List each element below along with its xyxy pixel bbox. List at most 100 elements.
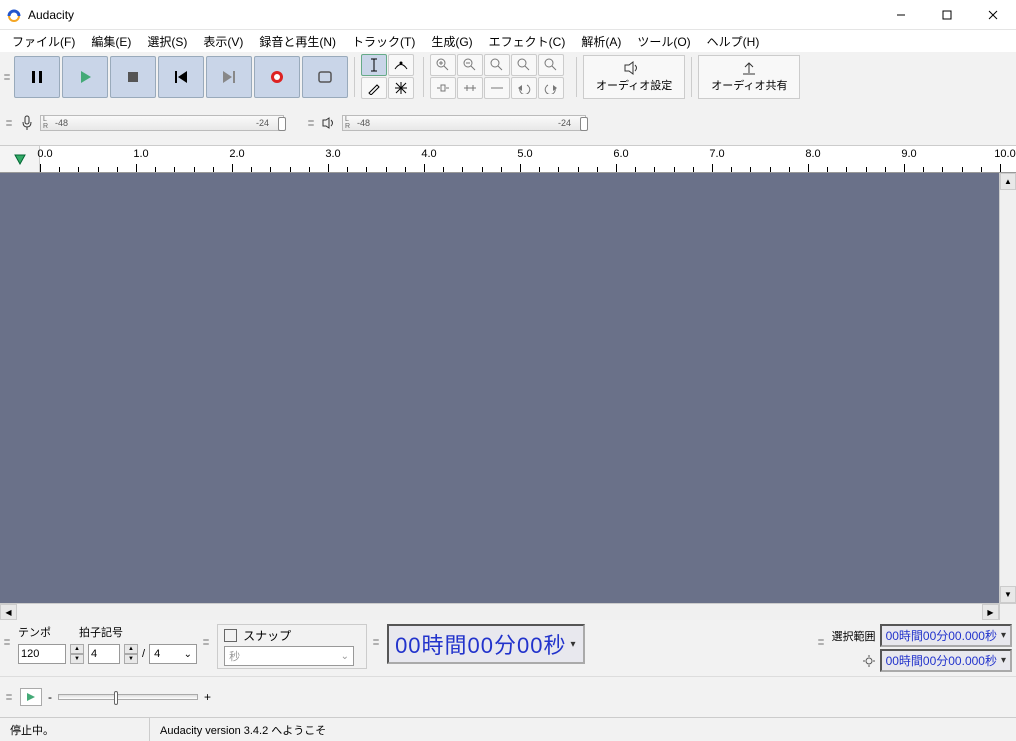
status-state: 停止中。 (0, 718, 150, 741)
close-button[interactable] (970, 0, 1016, 30)
timesig-num-up[interactable]: ▲ (124, 644, 138, 654)
speaker-icon[interactable] (320, 114, 338, 132)
transport-toolbar: オーディオ設定 オーディオ共有 (0, 52, 1016, 101)
toolbar-grip[interactable] (4, 59, 10, 95)
menu-tools[interactable]: ツール(O) (629, 31, 698, 52)
selection-start[interactable]: 00時間00分00.000秒▾ (880, 624, 1012, 647)
menu-generate[interactable]: 生成(G) (423, 31, 480, 52)
record-meter[interactable]: LR -48-24 (40, 115, 284, 131)
meter-slider[interactable] (278, 117, 286, 131)
tempo-input[interactable] (18, 644, 66, 664)
menu-view[interactable]: 表示(V) (195, 31, 251, 52)
tempo-up[interactable]: ▲ (70, 644, 84, 654)
status-message: Audacity version 3.4.2 へようこそ (150, 718, 1016, 741)
selection-label: 選択範囲 (832, 628, 876, 644)
gear-icon[interactable] (862, 654, 876, 668)
redo-button[interactable] (538, 77, 564, 99)
timesig-num-down[interactable]: ▼ (124, 654, 138, 664)
playback-meter[interactable]: LR -48-24 (342, 115, 586, 131)
tempo-label: テンポ (18, 624, 51, 640)
play-at-speed-button[interactable] (20, 688, 42, 706)
toolbar-grip[interactable] (203, 624, 209, 660)
timesig-denominator[interactable]: 4 (149, 644, 197, 664)
play-button[interactable] (62, 56, 108, 98)
speed-plus: + (204, 690, 211, 704)
menu-file[interactable]: ファイル(F) (4, 31, 83, 52)
menu-help[interactable]: ヘルプ(H) (699, 31, 768, 52)
stop-button[interactable] (110, 56, 156, 98)
mic-icon[interactable] (18, 114, 36, 132)
edit-toolbar (430, 54, 570, 99)
zoom-out-button[interactable] (457, 54, 483, 76)
menu-analyze[interactable]: 解析(A) (573, 31, 629, 52)
speed-slider[interactable] (58, 694, 198, 700)
maximize-button[interactable] (924, 0, 970, 30)
timesig-numerator[interactable] (88, 644, 120, 664)
tempo-down[interactable]: ▼ (70, 654, 84, 664)
fit-project-button[interactable] (511, 54, 537, 76)
draw-tool[interactable] (361, 77, 387, 99)
statusbar: 停止中。 Audacity version 3.4.2 へようこそ (0, 717, 1016, 741)
toolbar-grip[interactable] (818, 624, 824, 660)
play-at-speed-toolbar: - + (0, 676, 1016, 717)
menu-edit[interactable]: 編集(E) (83, 31, 139, 52)
time-display[interactable]: 00時間00分00秒▾ (387, 624, 584, 664)
meter-slider[interactable] (580, 117, 588, 131)
speaker-icon (624, 61, 644, 75)
record-button[interactable] (254, 56, 300, 98)
app-logo-icon (6, 7, 22, 23)
minimize-button[interactable] (878, 0, 924, 30)
scroll-left[interactable]: ◀ (0, 604, 17, 620)
tools-toolbar (361, 54, 417, 99)
scroll-down[interactable]: ▼ (1000, 586, 1016, 603)
selection-end[interactable]: 00時間00分00.000秒▾ (880, 649, 1012, 672)
tracks-canvas[interactable] (0, 173, 999, 603)
snap-label: スナップ (243, 627, 291, 644)
envelope-tool[interactable] (388, 54, 414, 76)
audio-setup-label: オーディオ設定 (596, 77, 672, 93)
timesig-label: 拍子記号 (79, 624, 123, 640)
selection-range-panel: 選択範囲 00時間00分00.000秒▾ 00時間00分00.000秒▾ (832, 624, 1012, 672)
window-title: Audacity (28, 8, 878, 22)
meter-toolbar: LR -48-24 LR -48-24 (0, 101, 1016, 145)
audio-setup-button[interactable]: オーディオ設定 (583, 55, 685, 99)
vertical-scrollbar[interactable]: ▲ ▼ (999, 173, 1016, 603)
speed-thumb[interactable] (114, 691, 118, 705)
zoom-in-button[interactable] (430, 54, 456, 76)
menu-transport[interactable]: 録音と再生(N) (251, 31, 344, 52)
toolbar-grip[interactable] (6, 105, 12, 141)
multi-tool[interactable] (388, 77, 414, 99)
bottom-toolbar: テンポ 拍子記号 ▲▼ ▲▼ / 4 スナップ 秒 00時間00分00秒▾ 選択… (0, 620, 1016, 676)
toolbar-grip[interactable] (373, 624, 379, 660)
skip-end-button[interactable] (206, 56, 252, 98)
toolbar-grip[interactable] (4, 624, 10, 660)
menu-select[interactable]: 選択(S) (139, 31, 195, 52)
speed-minus: - (48, 690, 52, 704)
silence-button[interactable] (457, 77, 483, 99)
toolbar-grip[interactable] (308, 105, 314, 141)
loop-button[interactable] (302, 56, 348, 98)
menu-effect[interactable]: エフェクト(C) (481, 31, 574, 52)
timeline-ruler[interactable]: 0.01.02.03.04.05.06.07.08.09.010.0 (0, 145, 1016, 173)
snap-panel: スナップ 秒 (217, 624, 367, 669)
pause-button[interactable] (14, 56, 60, 98)
tracks-area: ▲ ▼ (0, 173, 1016, 603)
fit-selection-button[interactable] (484, 54, 510, 76)
share-audio-label: オーディオ共有 (711, 77, 787, 93)
zoom-toggle-button[interactable] (538, 54, 564, 76)
snap-unit-dropdown[interactable]: 秒 (224, 646, 354, 666)
sync-lock-button[interactable] (484, 77, 510, 99)
titlebar: Audacity (0, 0, 1016, 30)
selection-tool[interactable] (361, 54, 387, 76)
menu-tracks[interactable]: トラック(T) (344, 31, 423, 52)
horizontal-scrollbar[interactable]: ◀ ▶ (0, 603, 1016, 620)
snap-checkbox[interactable] (224, 629, 237, 642)
undo-button[interactable] (511, 77, 537, 99)
menubar: ファイル(F) 編集(E) 選択(S) 表示(V) 録音と再生(N) トラック(… (0, 30, 1016, 52)
scroll-up[interactable]: ▲ (1000, 173, 1016, 190)
share-audio-button[interactable]: オーディオ共有 (698, 55, 800, 99)
scroll-right[interactable]: ▶ (982, 604, 999, 620)
skip-start-button[interactable] (158, 56, 204, 98)
upload-icon (741, 61, 757, 75)
trim-button[interactable] (430, 77, 456, 99)
